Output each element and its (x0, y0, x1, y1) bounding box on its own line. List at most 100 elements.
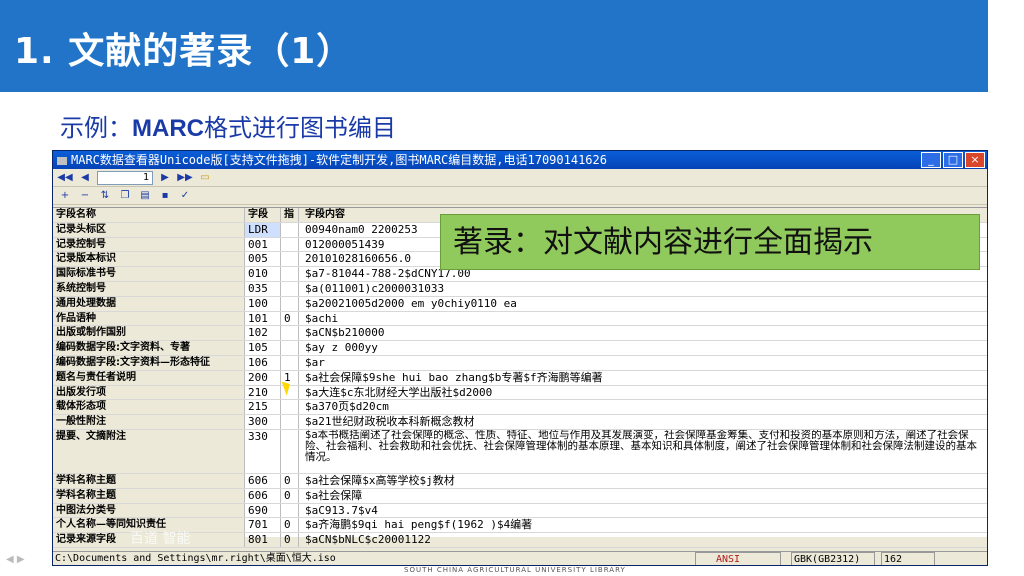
field-name-cell[interactable]: 一般性附注 (53, 415, 245, 429)
open-folder-icon[interactable]: ▭ (197, 171, 213, 185)
prev-record-icon[interactable]: ◀ (77, 171, 93, 185)
field-name-cell[interactable]: 编码数据字段:文字资料、专著 (53, 341, 245, 355)
field-indicator-cell[interactable] (281, 267, 299, 281)
field-tag-cell[interactable]: 101 (245, 311, 281, 326)
field-name-cell[interactable]: 出版或制作国别 (53, 326, 245, 341)
field-content-cell[interactable]: $a本书概括阐述了社会保障的概念、性质、特征、地位与作用及其发展演变，社会保障基… (299, 430, 987, 473)
field-indicator-cell[interactable] (281, 237, 299, 252)
slide-nav-icon[interactable]: ◀ ▶ (6, 554, 25, 565)
field-indicator-cell[interactable] (281, 326, 299, 341)
field-tag-cell[interactable]: 606 (245, 473, 281, 488)
field-name-cell[interactable]: 国际标准书号 (53, 267, 245, 281)
maximize-button[interactable]: □ (943, 152, 963, 168)
field-tag-cell[interactable]: 801 (245, 533, 281, 547)
table-row[interactable]: 提要、文摘附注 330 $a本书概括阐述了社会保障的概念、性质、特征、地位与作用及其… (53, 429, 987, 474)
field-indicator-cell[interactable]: 0 (281, 473, 299, 488)
field-content-cell[interactable]: $a20021005d2000 em y0chiy0110 ea (299, 297, 987, 311)
confirm-icon[interactable]: ✓ (177, 189, 193, 203)
field-tag-cell[interactable]: LDR (245, 222, 281, 237)
field-name-cell[interactable]: 出版发行项 (53, 385, 245, 400)
field-content-cell[interactable]: $aCN$bNLC$c20001122 (299, 533, 987, 547)
field-indicator-cell[interactable] (281, 400, 299, 415)
remove-field-icon[interactable]: − (77, 189, 93, 203)
field-content-cell[interactable]: $ay z 000yy (299, 341, 987, 355)
field-indicator-cell[interactable]: 0 (281, 518, 299, 533)
table-row[interactable]: 中图法分类号 690 $aC913.7$v4 (53, 503, 987, 519)
field-tag-cell[interactable]: 701 (245, 518, 281, 533)
save-icon[interactable]: ▪ (157, 189, 173, 203)
field-indicator-cell[interactable] (281, 429, 299, 473)
field-name-cell[interactable]: 记录控制号 (53, 237, 245, 252)
field-tag-cell[interactable]: 200 (245, 370, 281, 385)
field-indicator-cell[interactable]: 0 (281, 533, 299, 547)
field-name-cell[interactable]: 中图法分类号 (53, 503, 245, 518)
field-indicator-cell[interactable] (281, 222, 299, 237)
field-tag-cell[interactable]: 010 (245, 267, 281, 281)
field-name-cell[interactable]: 载体形态项 (53, 400, 245, 415)
field-content-cell[interactable]: $a社会保障$9she hui bao zhang$b专著$f齐海鹏等编著 (299, 371, 987, 385)
field-name-cell[interactable]: 编码数据字段:文字资料—形态特征 (53, 355, 245, 370)
col-header-ind[interactable]: 指 (281, 208, 299, 222)
field-content-cell[interactable]: $a齐海鹏$9qi hai peng$f(1962 )$4编著 (299, 518, 987, 532)
minimize-button[interactable]: _ (921, 152, 941, 168)
field-tag-cell[interactable]: 102 (245, 326, 281, 341)
field-indicator-cell[interactable] (281, 296, 299, 311)
field-name-cell[interactable]: 学科名称主题 (53, 473, 245, 488)
paste-icon[interactable]: ▤ (137, 189, 153, 203)
table-row[interactable]: 个人名称—等同知识责任 701 0 $a齐海鹏$9qi hai peng$f(1962… (53, 518, 987, 534)
field-content-cell[interactable]: $a21世纪财政税收本科新概念教材 (299, 415, 987, 429)
field-indicator-cell[interactable]: 0 (281, 311, 299, 326)
table-row[interactable]: 记录来源字段 801 0 $aCN$bNLC$c20001122 (53, 533, 987, 548)
field-tag-cell[interactable]: 106 (245, 355, 281, 370)
field-tag-cell[interactable]: 210 (245, 385, 281, 400)
table-row[interactable]: 通用处理数据 100 $a20021005d2000 em y0chiy0110 e… (53, 296, 987, 312)
col-header-name[interactable]: 字段名称 (53, 208, 245, 222)
window-titlebar[interactable]: MARC数据查看器Unicode版[支持文件拖拽]-软件定制开发,图书MARC编… (53, 151, 987, 169)
first-record-icon[interactable]: ◀◀ (57, 171, 73, 185)
field-tag-cell[interactable]: 330 (245, 429, 281, 473)
table-row[interactable]: 编码数据字段:文字资料—形态特征 106 $ar (53, 355, 987, 371)
field-content-cell[interactable]: $aC913.7$v4 (299, 504, 987, 518)
table-row[interactable]: 编码数据字段:文字资料、专著 105 $ay z 000yy (53, 341, 987, 356)
field-content-cell[interactable]: $a社会保障 (299, 489, 987, 503)
field-tag-cell[interactable]: 005 (245, 252, 281, 267)
field-indicator-cell[interactable] (281, 252, 299, 267)
field-content-cell[interactable]: $a370页$d20cm (299, 400, 987, 414)
table-row[interactable]: 系统控制号 035 $a(011001)c2000031033 (53, 281, 987, 297)
next-record-icon[interactable]: ▶ (157, 171, 173, 185)
table-row[interactable]: 学科名称主题 606 0 $a社会保障$x高等学校$j教材 (53, 473, 987, 489)
field-name-cell[interactable]: 学科名称主题 (53, 488, 245, 503)
field-tag-cell[interactable]: 215 (245, 400, 281, 415)
field-name-cell[interactable]: 提要、文摘附注 (53, 429, 245, 473)
field-indicator-cell[interactable]: 0 (281, 488, 299, 503)
field-tag-cell[interactable]: 690 (245, 503, 281, 518)
add-field-icon[interactable]: + (57, 189, 73, 203)
field-tag-cell[interactable]: 606 (245, 488, 281, 503)
field-content-cell[interactable]: $aCN$b210000 (299, 326, 987, 340)
table-row[interactable]: 出版发行项 210 $a大连$c东北财经大学出版社$d2000 (53, 385, 987, 401)
field-tag-cell[interactable]: 035 (245, 281, 281, 296)
table-row[interactable]: 作品语种 101 0 $achi (53, 311, 987, 327)
field-indicator-cell[interactable] (281, 341, 299, 355)
table-row[interactable]: 出版或制作国别 102 $aCN$b210000 (53, 326, 987, 342)
field-content-cell[interactable]: $a社会保障$x高等学校$j教材 (299, 474, 987, 488)
field-name-cell[interactable]: 记录版本标识 (53, 252, 245, 267)
field-name-cell[interactable]: 作品语种 (53, 311, 245, 326)
field-name-cell[interactable]: 记录头标区 (53, 222, 245, 237)
field-content-cell[interactable]: $achi (299, 312, 987, 326)
close-button[interactable]: × (965, 152, 985, 168)
last-record-icon[interactable]: ▶▶ (177, 171, 193, 185)
field-tag-cell[interactable]: 001 (245, 237, 281, 252)
field-indicator-cell[interactable] (281, 415, 299, 429)
field-tag-cell[interactable]: 300 (245, 415, 281, 429)
table-row[interactable]: 一般性附注 300 $a21世纪财政税收本科新概念教材 (53, 415, 987, 430)
field-indicator-cell[interactable] (281, 355, 299, 370)
field-tag-cell[interactable]: 105 (245, 341, 281, 355)
copy-icon[interactable]: ❐ (117, 189, 133, 203)
sort-icon[interactable]: ⇅ (97, 189, 113, 203)
field-name-cell[interactable]: 题名与责任者说明 (53, 370, 245, 385)
field-content-cell[interactable]: $a(011001)c2000031033 (299, 282, 987, 296)
table-row[interactable]: 载体形态项 215 $a370页$d20cm (53, 400, 987, 416)
record-number-input[interactable]: 1 (97, 170, 153, 185)
field-indicator-cell[interactable] (281, 503, 299, 518)
